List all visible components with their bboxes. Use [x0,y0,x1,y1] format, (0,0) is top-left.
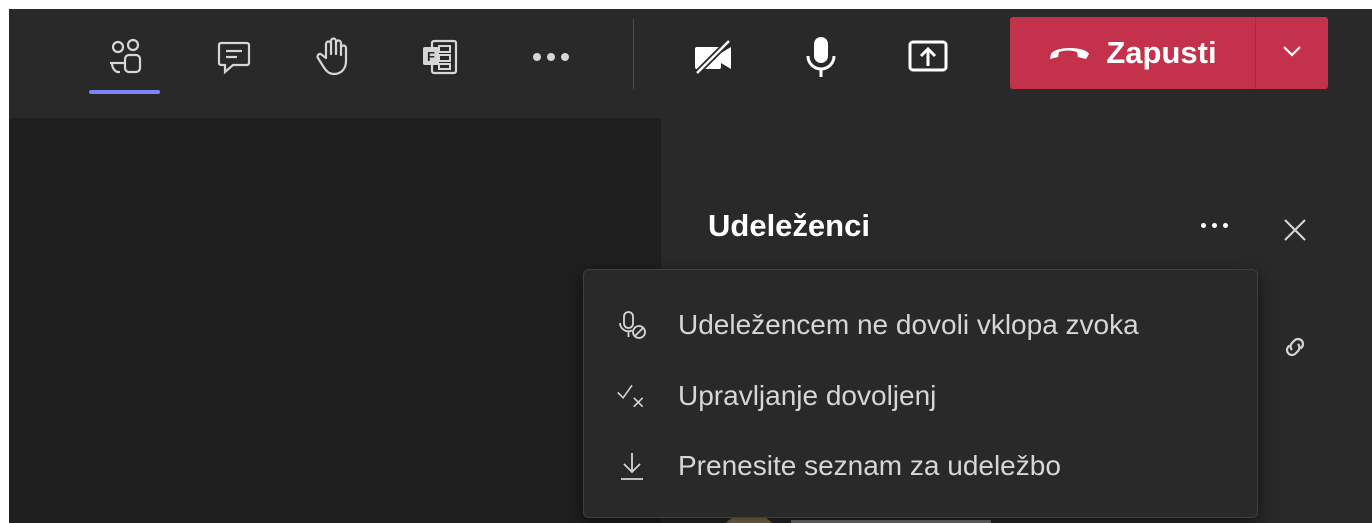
toolbar-divider [633,19,634,89]
apps-button[interactable]: F [410,27,470,87]
video-stage [9,118,661,523]
active-tab-indicator [89,90,160,94]
camera-button[interactable] [684,27,744,87]
menu-item-label: Prenesite seznam za udeležbo [678,450,1061,481]
more-dot [1212,223,1217,228]
participants-options-menu: Udeležencem ne dovoli vklopa zvoka Uprav… [583,269,1258,518]
people-button[interactable] [96,27,156,87]
hang-up-icon [1048,40,1092,67]
chat-icon [215,38,253,76]
menu-item-label: Udeležencem ne dovoli vklopa zvoka [678,309,1139,340]
menu-item-disallow-unmute[interactable]: Udeležencem ne dovoli vklopa zvoka [584,290,1257,360]
raise-hand-icon [316,36,356,78]
panel-more-button[interactable] [1201,223,1228,228]
people-icon [106,37,146,77]
meeting-window: F Zapusti Udeleženci Udeležencem ne dovo… [9,9,1372,523]
share-screen-icon [906,37,950,77]
leave-button[interactable]: Zapusti [1010,17,1255,89]
menu-item-manage-permissions[interactable]: Upravljanje dovoljenj [584,361,1257,431]
share-screen-button[interactable] [898,27,958,87]
close-panel-button[interactable] [1281,216,1309,249]
apps-icon: F [420,37,460,77]
leave-options-button[interactable] [1255,17,1328,89]
meeting-toolbar: F Zapusti [9,9,1372,118]
close-icon [1281,219,1309,248]
microphone-icon [803,34,839,80]
mic-off-icon [616,309,648,341]
menu-item-download-attendance[interactable]: Prenesite seznam za udeležbo [584,431,1257,501]
camera-off-icon [691,37,737,77]
chat-button[interactable] [204,27,264,87]
share-invite-button[interactable] [1279,331,1311,368]
menu-item-label: Upravljanje dovoljenj [678,380,937,411]
leave-label: Zapusti [1106,35,1217,70]
download-icon [616,450,648,482]
microphone-button[interactable] [791,27,851,87]
more-dot [1201,223,1206,228]
more-dot [1223,223,1228,228]
panel-title: Udeleženci [708,208,870,243]
more-icon [531,51,571,63]
raise-hand-button[interactable] [306,27,366,87]
check-x-icon [616,380,648,412]
more-actions-button[interactable] [521,27,581,87]
svg-text:F: F [427,49,435,64]
chevron-down-icon [1281,44,1303,63]
link-icon [1279,337,1311,367]
